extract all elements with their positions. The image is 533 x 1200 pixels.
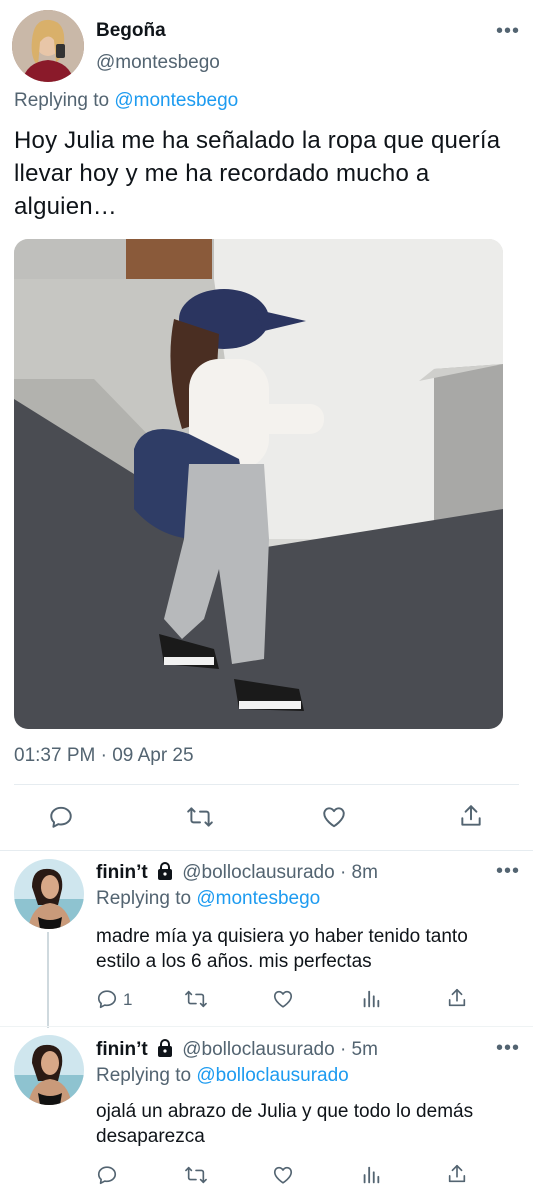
reply-replying-to: Replying to @montesbego: [96, 888, 320, 910]
replying-to-line: Replying to @montesbego: [14, 90, 238, 112]
tweet-timestamp[interactable]: 01:37 PM · 09 Apr 25: [14, 745, 194, 767]
reply-avatar[interactable]: [14, 859, 84, 929]
replying-to-handle[interactable]: @bolloclausurado: [196, 1065, 348, 1086]
like-icon[interactable]: [272, 988, 294, 1010]
replying-to-handle[interactable]: @montesbego: [114, 90, 238, 111]
reply-time[interactable]: 8m: [352, 862, 378, 883]
retweet-icon[interactable]: [184, 988, 208, 1010]
dot-separator: ·: [339, 1039, 352, 1060]
author-avatar-image: [12, 10, 84, 82]
retweet-icon[interactable]: [186, 804, 214, 830]
photo-image: [14, 239, 503, 729]
analytics-icon[interactable]: [360, 988, 382, 1010]
more-horizontal-icon[interactable]: •••: [496, 21, 520, 41]
replying-to-handle[interactable]: @montesbego: [196, 888, 320, 909]
reply-icon[interactable]: [96, 988, 118, 1010]
reply-icon[interactable]: [48, 804, 74, 830]
more-horizontal-icon[interactable]: •••: [496, 1038, 520, 1058]
thread-line: [47, 932, 49, 1028]
like-icon[interactable]: [321, 804, 347, 830]
reply-text: madre mía ya quisiera yo haber tenido ta…: [96, 926, 468, 972]
reply-replying-to: Replying to @bolloclausurado: [96, 1065, 349, 1087]
reply-avatar-image: [14, 859, 84, 929]
like-icon[interactable]: [272, 1164, 294, 1186]
share-icon[interactable]: [446, 1163, 468, 1185]
author-name[interactable]: Begoña: [96, 20, 166, 42]
reply-count: 1: [123, 990, 133, 1009]
replying-to-label: Replying to: [14, 90, 110, 111]
reply-header: finin’t @bolloclausurado · 5m: [96, 1039, 378, 1061]
analytics-icon[interactable]: [360, 1164, 382, 1186]
reply-icon[interactable]: [96, 1164, 118, 1186]
reply-header: finin’t @bolloclausurado · 8m: [96, 862, 378, 884]
reply-author-name[interactable]: finin’t: [96, 1039, 148, 1060]
reply-author-handle[interactable]: @bolloclausurado: [182, 1039, 334, 1060]
lock-icon: [157, 862, 173, 880]
author-avatar[interactable]: [12, 10, 84, 82]
dot-separator: ·: [339, 862, 352, 883]
reply-time[interactable]: 5m: [352, 1039, 378, 1060]
author-handle[interactable]: @montesbego: [96, 52, 220, 74]
reply-divider: [0, 1026, 533, 1027]
replying-to-label: Replying to: [96, 888, 192, 909]
reply-author-handle[interactable]: @bolloclausurado: [182, 862, 334, 883]
tweet-photo[interactable]: [14, 239, 503, 729]
share-icon[interactable]: [446, 987, 468, 1009]
reply-text: ojalá un abrazo de Julia y que todo lo d…: [96, 1101, 474, 1147]
more-horizontal-icon[interactable]: •••: [496, 861, 520, 881]
retweet-icon[interactable]: [184, 1164, 208, 1186]
divider: [14, 784, 519, 785]
share-icon[interactable]: [458, 803, 484, 829]
reply-author-name[interactable]: finin’t: [96, 862, 148, 883]
tweet-text: Hoy Julia me ha señalado la ropa que que…: [14, 127, 501, 220]
section-divider: [0, 850, 533, 851]
reply-avatar[interactable]: [14, 1035, 84, 1105]
replying-to-label: Replying to: [96, 1065, 192, 1086]
lock-icon: [157, 1039, 173, 1057]
reply-avatar-image: [14, 1035, 84, 1105]
